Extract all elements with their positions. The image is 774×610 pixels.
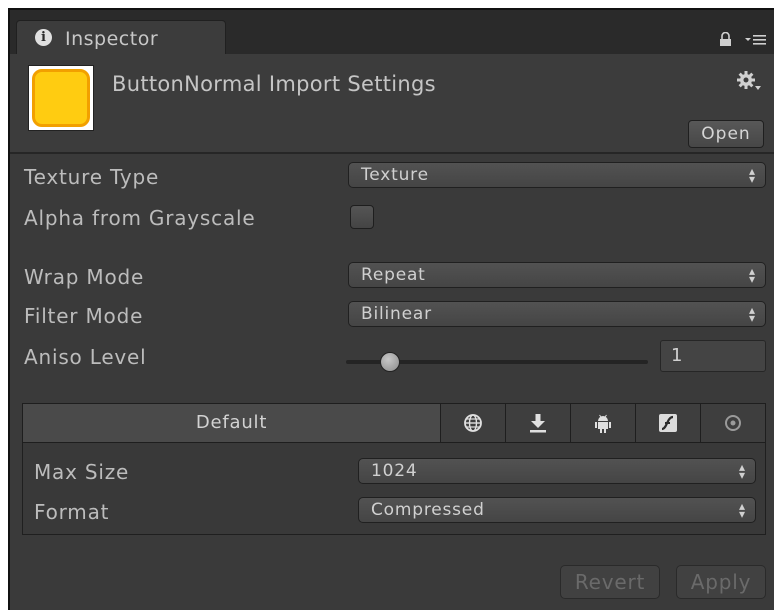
aniso-level-slider-thumb[interactable] xyxy=(380,352,400,372)
asset-title: ButtonNormal Import Settings xyxy=(112,72,436,96)
gear-icon[interactable] xyxy=(736,70,762,94)
filter-mode-label: Filter Mode xyxy=(24,304,144,328)
texture-type-label: Texture Type xyxy=(24,165,160,189)
filter-mode-dropdown[interactable]: Bilinear ▴ ▾ xyxy=(348,301,766,327)
download-icon xyxy=(530,414,546,433)
tab-bar: i Inspector xyxy=(10,10,774,55)
open-button[interactable]: Open xyxy=(688,120,764,148)
tab-android-platform[interactable] xyxy=(571,404,636,442)
texture-preview xyxy=(32,69,90,127)
info-icon: i xyxy=(35,29,52,46)
platform-tab-bar: Default xyxy=(22,403,766,443)
updown-arrow-icon: ▴ ▾ xyxy=(748,264,755,286)
max-size-label: Max Size xyxy=(34,460,130,484)
aniso-level-value: 1 xyxy=(671,345,683,366)
format-dropdown[interactable]: Compressed ▴ ▾ xyxy=(358,497,756,523)
lock-icon[interactable] xyxy=(719,32,732,46)
format-label: Format xyxy=(34,500,110,524)
updown-arrow-icon: ▴ ▾ xyxy=(738,499,745,521)
alpha-from-grayscale-checkbox[interactable] xyxy=(350,205,374,229)
filter-mode-value: Bilinear xyxy=(361,304,432,324)
tab-flash-platform[interactable] xyxy=(636,404,701,442)
wrap-mode-value: Repeat xyxy=(361,265,426,285)
updown-arrow-icon: ▴ ▾ xyxy=(748,303,755,325)
tab-label: Inspector xyxy=(65,28,159,50)
updown-arrow-icon: ▴ ▾ xyxy=(738,460,745,482)
apply-button[interactable]: Apply xyxy=(676,565,766,599)
inspector-panel: i Inspector ButtonNormal Import Settings xyxy=(8,8,774,610)
max-size-dropdown[interactable]: 1024 ▴ ▾ xyxy=(358,458,756,484)
texture-type-dropdown[interactable]: Texture ▴ ▾ xyxy=(348,162,766,188)
wrap-mode-label: Wrap Mode xyxy=(24,265,145,289)
default-platform-label: Default xyxy=(195,412,268,433)
revert-button[interactable]: Revert xyxy=(560,565,660,599)
texture-thumbnail xyxy=(28,65,94,131)
asset-header: ButtonNormal Import Settings Open xyxy=(10,54,774,154)
menu-icon[interactable] xyxy=(744,32,766,46)
android-icon xyxy=(595,414,611,433)
globe-icon xyxy=(464,414,482,432)
texture-type-value: Texture xyxy=(361,165,429,185)
header-divider xyxy=(10,152,774,154)
tab-web-platform[interactable] xyxy=(441,404,506,442)
blackberry-icon xyxy=(725,415,741,431)
tab-blackberry-platform[interactable] xyxy=(701,404,765,442)
alpha-from-grayscale-label: Alpha from Grayscale xyxy=(24,206,256,230)
aniso-level-label: Aniso Level xyxy=(24,345,147,369)
tab-inspector[interactable]: i Inspector xyxy=(16,20,226,54)
updown-arrow-icon: ▴ ▾ xyxy=(748,164,755,186)
wrap-mode-dropdown[interactable]: Repeat ▴ ▾ xyxy=(348,262,766,288)
tab-standalone-platform[interactable] xyxy=(506,404,571,442)
max-size-value: 1024 xyxy=(371,461,418,481)
aniso-level-field[interactable]: 1 xyxy=(660,340,766,372)
flash-icon xyxy=(659,414,677,432)
format-value: Compressed xyxy=(371,500,485,520)
tab-default-platform[interactable]: Default xyxy=(23,404,441,442)
